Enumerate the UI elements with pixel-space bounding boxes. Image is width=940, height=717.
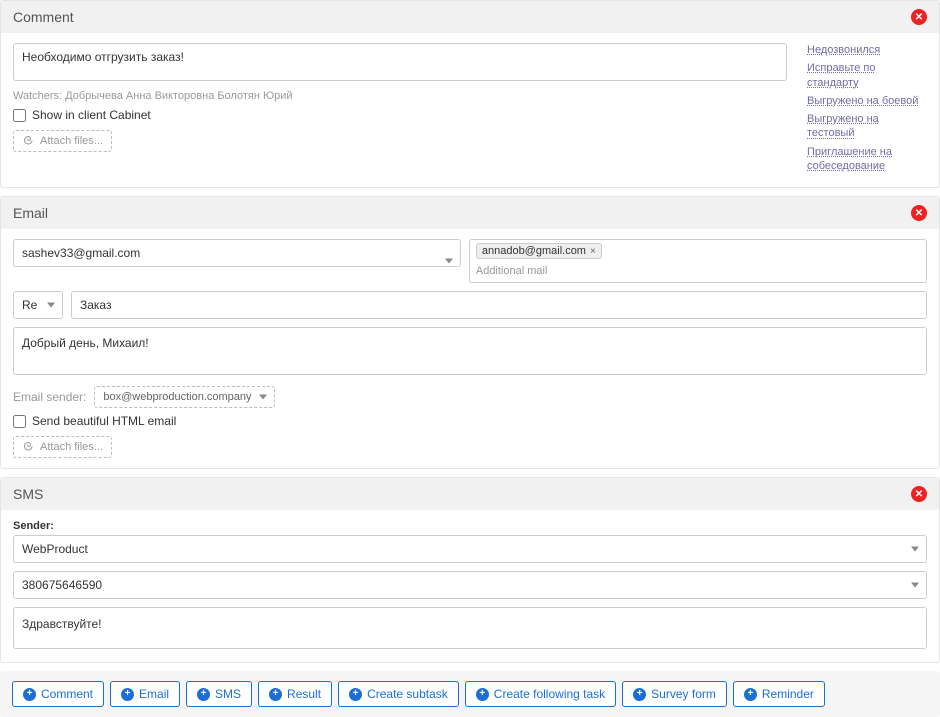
template-link[interactable]: Приглашение на собеседование bbox=[807, 145, 927, 174]
comment-title: Comment bbox=[13, 9, 74, 25]
email-sender-label: Email sender: bbox=[13, 390, 86, 404]
sms-sender-select[interactable]: WebProduct bbox=[13, 535, 927, 563]
sms-header: SMS ✕ bbox=[1, 478, 939, 510]
email-section: Email ✕ sashev33@gmail.com annadob@gmail… bbox=[0, 196, 940, 469]
comment-button-label: Comment bbox=[41, 687, 93, 701]
close-icon[interactable]: ✕ bbox=[911, 486, 927, 502]
email-title: Email bbox=[13, 205, 48, 221]
sms-title: SMS bbox=[13, 486, 43, 502]
sms-button[interactable]: + SMS bbox=[186, 681, 252, 707]
plus-icon: + bbox=[23, 688, 36, 701]
plus-icon: + bbox=[121, 688, 134, 701]
attach-files-button[interactable]: Attach files... bbox=[13, 436, 112, 458]
remove-tag-icon[interactable]: × bbox=[590, 246, 596, 257]
show-in-cabinet-label: Show in client Cabinet bbox=[32, 108, 151, 122]
email-body-textarea[interactable]: Добрый день, Михаил! Ваше обращение прин… bbox=[13, 327, 927, 375]
reminder-button[interactable]: + Reminder bbox=[733, 681, 825, 707]
create-subtask-button-label: Create subtask bbox=[367, 687, 448, 701]
create-following-task-button[interactable]: + Create following task bbox=[465, 681, 616, 707]
email-tag: annadob@gmail.com × bbox=[476, 243, 602, 259]
create-following-task-button-label: Create following task bbox=[494, 687, 605, 701]
additional-mail-placeholder: Additional mail bbox=[476, 263, 920, 279]
plus-icon: + bbox=[197, 688, 210, 701]
email-tag-label: annadob@gmail.com bbox=[482, 245, 586, 257]
attach-files-label: Attach files... bbox=[40, 441, 103, 453]
email-to-wrap: sashev33@gmail.com bbox=[13, 239, 461, 283]
result-button-label: Result bbox=[287, 687, 321, 701]
html-email-checkbox[interactable] bbox=[13, 415, 26, 428]
html-email-label: Send beautiful HTML email bbox=[32, 414, 176, 428]
comment-textarea[interactable]: Необходимо отгрузить заказ! bbox=[13, 43, 787, 81]
template-link[interactable]: Недозвонился bbox=[807, 43, 927, 57]
sms-phone-select[interactable]: 380675646590 bbox=[13, 571, 927, 599]
email-header: Email ✕ bbox=[1, 197, 939, 229]
sms-button-label: SMS bbox=[215, 687, 241, 701]
reminder-button-label: Reminder bbox=[762, 687, 814, 701]
email-subject-input[interactable] bbox=[71, 291, 927, 319]
watchers-row: Watchers: Добрычева Анна Викторовна Боло… bbox=[13, 90, 787, 102]
template-link[interactable]: Выгружено на боевой bbox=[807, 94, 927, 108]
email-prefix-wrap: Re bbox=[13, 291, 63, 319]
survey-form-button-label: Survey form bbox=[651, 687, 716, 701]
templates-list: Недозвонился Исправьте по стандарту Выгр… bbox=[807, 43, 927, 177]
plus-icon: + bbox=[744, 688, 757, 701]
watchers-value: Добрычева Анна Викторовна Болотян Юрий bbox=[65, 90, 292, 102]
result-button[interactable]: + Result bbox=[258, 681, 332, 707]
email-to-select[interactable]: sashev33@gmail.com bbox=[13, 239, 461, 267]
sms-body-textarea[interactable]: Здравствуйте! Ваш заказ отгружен. bbox=[13, 607, 927, 649]
attachment-icon bbox=[22, 441, 34, 453]
comment-button[interactable]: + Comment bbox=[12, 681, 104, 707]
footer-toolbar: + Comment + Email + SMS + Result + Create sub… bbox=[0, 671, 940, 717]
template-link[interactable]: Исправьте по стандарту bbox=[807, 61, 927, 90]
comment-main: Необходимо отгрузить заказ! Watchers: До… bbox=[13, 43, 787, 177]
attachment-icon bbox=[22, 135, 34, 147]
email-sender-select[interactable]: box@webproduction.company bbox=[94, 386, 275, 408]
email-button[interactable]: + Email bbox=[110, 681, 180, 707]
comment-header: Comment ✕ bbox=[1, 1, 939, 33]
email-button-label: Email bbox=[139, 687, 169, 701]
email-prefix-select[interactable]: Re bbox=[13, 291, 63, 319]
show-in-cabinet-checkbox[interactable] bbox=[13, 109, 26, 122]
attach-files-button[interactable]: Attach files... bbox=[13, 130, 112, 152]
watchers-label: Watchers: bbox=[13, 90, 62, 102]
create-subtask-button[interactable]: + Create subtask bbox=[338, 681, 459, 707]
close-icon[interactable]: ✕ bbox=[911, 9, 927, 25]
sms-sender-label: Sender: bbox=[13, 520, 927, 532]
plus-icon: + bbox=[269, 688, 282, 701]
sms-section: SMS ✕ Sender: WebProduct 380675646590 Зд… bbox=[0, 477, 940, 663]
plus-icon: + bbox=[349, 688, 362, 701]
additional-mail-input[interactable]: annadob@gmail.com × Additional mail bbox=[469, 239, 927, 283]
plus-icon: + bbox=[476, 688, 489, 701]
comment-section: Comment ✕ Необходимо отгрузить заказ! Wa… bbox=[0, 0, 940, 188]
survey-form-button[interactable]: + Survey form bbox=[622, 681, 727, 707]
show-in-cabinet-row[interactable]: Show in client Cabinet bbox=[13, 108, 787, 122]
plus-icon: + bbox=[633, 688, 646, 701]
template-link[interactable]: Выгружено на тестовый bbox=[807, 112, 927, 141]
close-icon[interactable]: ✕ bbox=[911, 205, 927, 221]
attach-files-label: Attach files... bbox=[40, 135, 103, 147]
html-email-row[interactable]: Send beautiful HTML email bbox=[13, 414, 927, 428]
